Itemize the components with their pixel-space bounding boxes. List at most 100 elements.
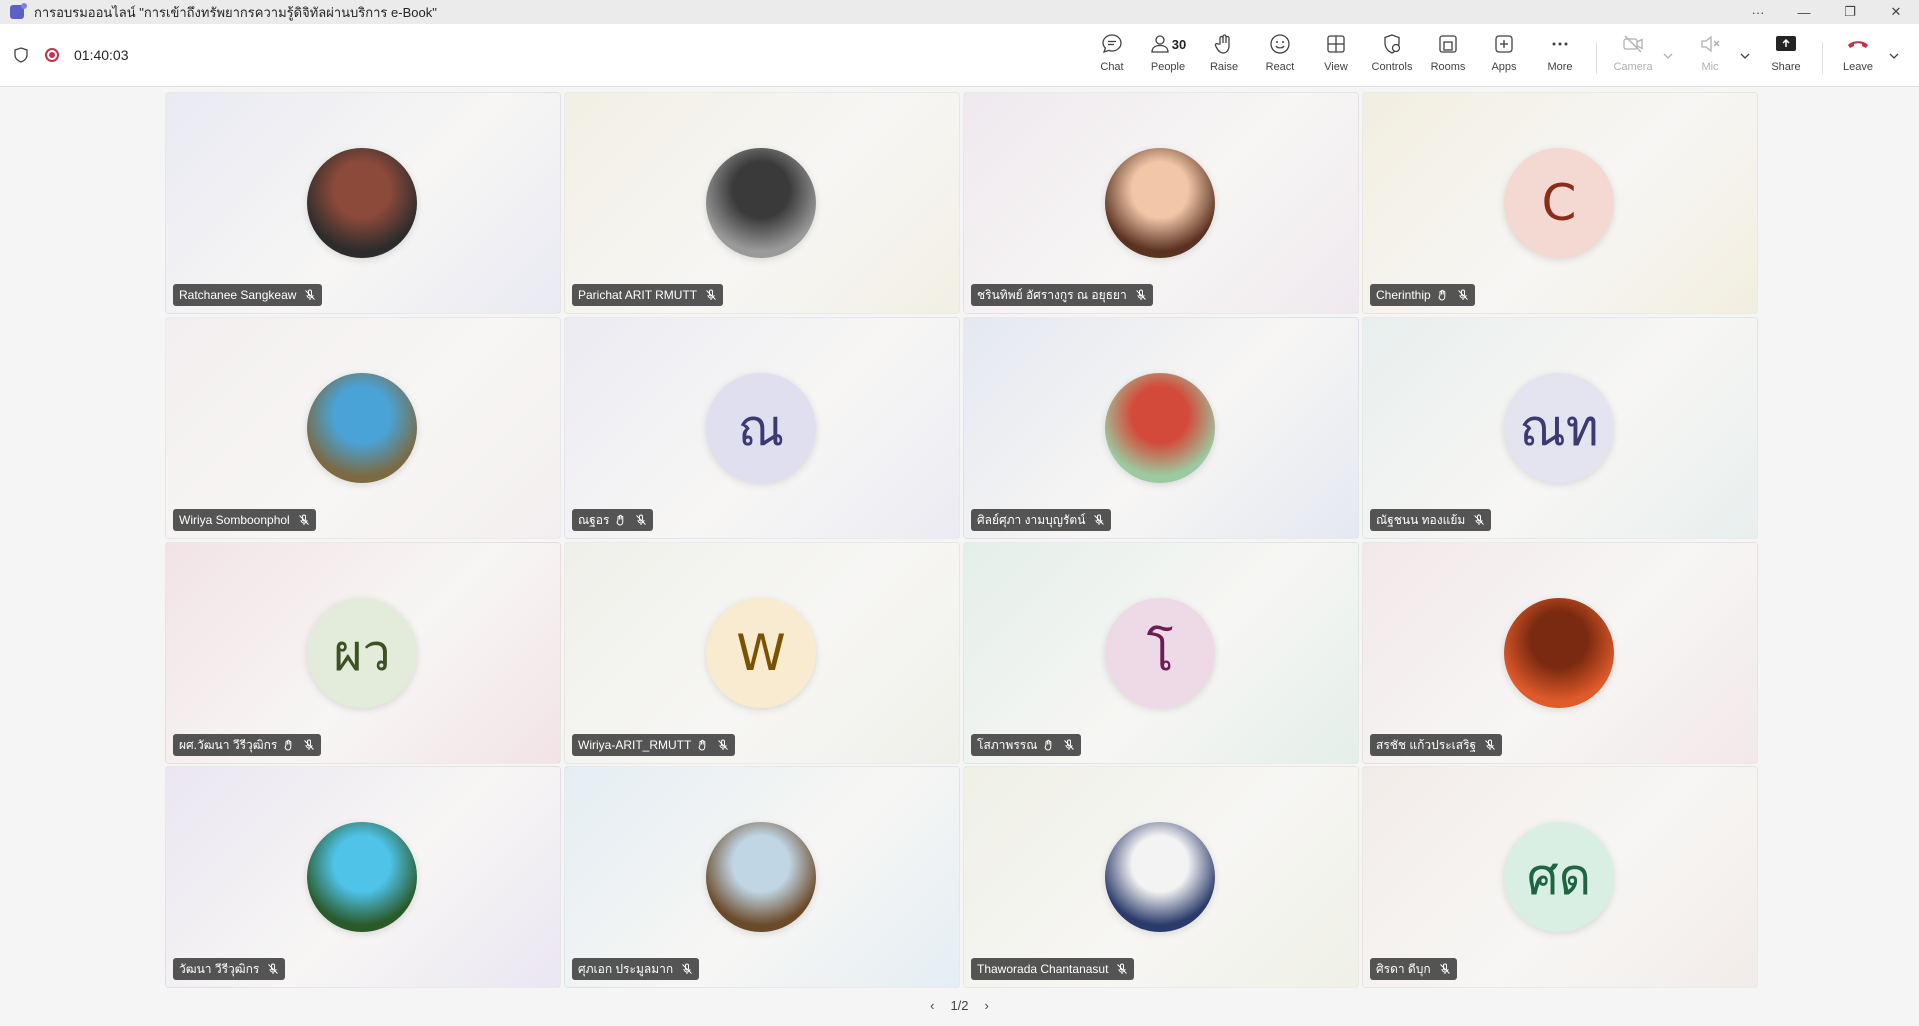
leave-options-chevron-icon[interactable] (1888, 50, 1900, 62)
participant-name: ศิลย์ศุภา งามบุญรัตน์ (977, 512, 1086, 527)
rooms-icon (1439, 35, 1457, 53)
mic-muted-icon (1117, 963, 1128, 974)
raise-hand-button[interactable]: Raise (1196, 32, 1252, 80)
camera-button[interactable]: Camera (1605, 32, 1661, 80)
mic-button[interactable]: Mic (1682, 32, 1738, 80)
participant-name: สรชัช แก้วประเสริฐ (1376, 737, 1477, 752)
next-page-icon[interactable]: › (985, 998, 989, 1013)
participant-tile[interactable]: Thaworada Chantanasut (963, 766, 1359, 988)
participant-name-tag: ผศ.วัฒนา วีรีวุฒิกร (173, 734, 322, 756)
chat-icon (1102, 34, 1122, 54)
participant-initials-avatar: โ (1105, 598, 1215, 708)
chat-button[interactable]: Chat (1084, 32, 1140, 80)
raised-hand-icon (1438, 289, 1446, 301)
title-bar: การอบรมออนไลน์ "การเข้าถึงทรัพยากรความรู… (0, 0, 1919, 24)
minimize-icon[interactable]: — (1781, 0, 1827, 24)
participant-initials-avatar: ผว (307, 598, 417, 708)
grid-view-icon (1327, 35, 1345, 53)
mic-muted-icon (1094, 514, 1105, 525)
close-icon[interactable]: ✕ (1873, 0, 1919, 24)
participant-tile[interactable]: ศิลย์ศุภา งามบุญรัตน์ (963, 317, 1359, 539)
mic-muted-icon (636, 514, 647, 525)
participant-name-tag: ศุภเอก ประมูลมาก (572, 958, 700, 980)
participant-name: ณฐอร (578, 512, 610, 527)
participant-name: Thaworada Chantanasut (977, 962, 1109, 976)
mic-muted-icon (1135, 289, 1146, 300)
participant-tile[interactable]: Ratchanee Sangkeaw (165, 92, 561, 314)
participant-photo (1105, 148, 1215, 258)
participant-tile[interactable]: ชรินทิพย์ อัศรางกูร ณ อยุธยา (963, 92, 1359, 314)
participant-name: Parichat ARIT RMUTT (578, 288, 698, 302)
participant-tile[interactable]: ศดศิรดา ดีบุก (1362, 766, 1758, 988)
participant-tile[interactable]: ผวผศ.วัฒนา วีรีวุฒิกร (165, 542, 561, 764)
participant-initials-avatar: ศด (1504, 822, 1614, 932)
avatar-initials: ณท (1519, 398, 1599, 457)
participant-tile[interactable]: Parichat ARIT RMUTT (564, 92, 960, 314)
restore-icon[interactable]: ❐ (1827, 0, 1873, 24)
participant-initials-avatar: ณ (706, 373, 816, 483)
camera-off-icon (1623, 35, 1643, 53)
more-button[interactable]: More (1532, 32, 1588, 80)
participant-photo (1105, 822, 1215, 932)
raised-hand-icon (698, 739, 706, 751)
more-dots-icon (1552, 42, 1568, 46)
raised-hand-icon (284, 739, 292, 751)
raised-hand-icon (1044, 739, 1052, 751)
participant-name-tag: ศิลย์ศุภา งามบุญรัตน์ (971, 509, 1112, 531)
participant-tile[interactable]: Wiriya Somboonphol (165, 317, 561, 539)
avatar-initials: โ (1146, 623, 1174, 682)
mic-muted-icon (706, 289, 716, 300)
participant-tile[interactable]: โโสภาพรรณ (963, 542, 1359, 764)
participant-name-tag: Wiriya-ARIT_RMUTT (572, 734, 736, 756)
participant-photo (307, 148, 417, 258)
participant-name: Cherinthip (1376, 288, 1431, 302)
hand-icon (1214, 34, 1230, 54)
participant-tile[interactable]: W Wiriya-ARIT_RMUTT (564, 542, 960, 764)
window-controls: ··· — ❐ ✕ (1735, 0, 1919, 24)
rooms-button[interactable]: Rooms (1420, 32, 1476, 80)
participant-photo (1105, 373, 1215, 483)
shield-icon (14, 47, 28, 63)
camera-options-chevron-icon[interactable] (1662, 50, 1674, 62)
previous-page-icon[interactable]: ‹ (930, 998, 934, 1013)
participant-initials-avatar: C (1504, 148, 1614, 258)
toolbar-separator (1596, 42, 1597, 74)
apps-button[interactable]: Apps (1476, 32, 1532, 80)
avatar-initials: ณ (737, 398, 785, 457)
pagination: ‹ 1/2 › (0, 995, 1919, 1015)
participant-tile[interactable]: ณทณัฐชนน ทองแย้ม (1362, 317, 1758, 539)
participant-tile[interactable]: ศุภเอก ประมูลมาก (564, 766, 960, 988)
controls-button[interactable]: Controls (1364, 32, 1420, 80)
mic-muted-icon (304, 739, 315, 750)
react-button[interactable]: React (1252, 32, 1308, 80)
avatar-initials: C (1541, 174, 1577, 232)
participant-name: ศิรดา ดีบุก (1376, 961, 1431, 976)
people-count: 30 (1171, 36, 1187, 52)
shield-settings-icon (1384, 34, 1401, 54)
leave-button[interactable]: Leave (1830, 32, 1886, 80)
participant-tile[interactable]: C Cherinthip (1362, 92, 1758, 314)
mic-muted-icon (718, 739, 729, 750)
participant-name-tag: Thaworada Chantanasut (971, 958, 1135, 980)
participant-name: Wiriya-ARIT_RMUTT (578, 738, 692, 752)
recording-icon (45, 48, 59, 62)
mic-muted-icon (298, 514, 309, 525)
people-button[interactable]: 30 People (1140, 32, 1196, 80)
participant-tile[interactable]: สรชัช แก้วประเสริฐ (1362, 542, 1758, 764)
more-options-icon[interactable]: ··· (1735, 0, 1781, 24)
avatar-initials: ผว (333, 623, 391, 682)
smiley-icon (1270, 34, 1290, 54)
participant-name-tag: ชรินทิพย์ อัศรางกูร ณ อยุธยา (971, 284, 1153, 306)
mic-muted-icon (1457, 289, 1468, 300)
mic-options-chevron-icon[interactable] (1739, 50, 1751, 62)
participant-name: ผศ.วัฒนา วีรีวุฒิกร (179, 737, 278, 752)
mic-muted-icon (1064, 739, 1075, 750)
participant-tile[interactable]: วัฒนา วีรีวุฒิกร (165, 766, 561, 988)
participant-tile[interactable]: ณณฐอร (564, 317, 960, 539)
mic-muted-icon (1439, 963, 1450, 974)
participant-name-tag: ณัฐชนน ทองแย้ม (1370, 509, 1492, 531)
participant-initials-avatar: ณท (1504, 373, 1614, 483)
share-button[interactable]: Share (1758, 32, 1814, 80)
view-button[interactable]: View (1308, 32, 1364, 80)
participant-name-tag: วัฒนา วีรีวุฒิกร (173, 958, 286, 980)
